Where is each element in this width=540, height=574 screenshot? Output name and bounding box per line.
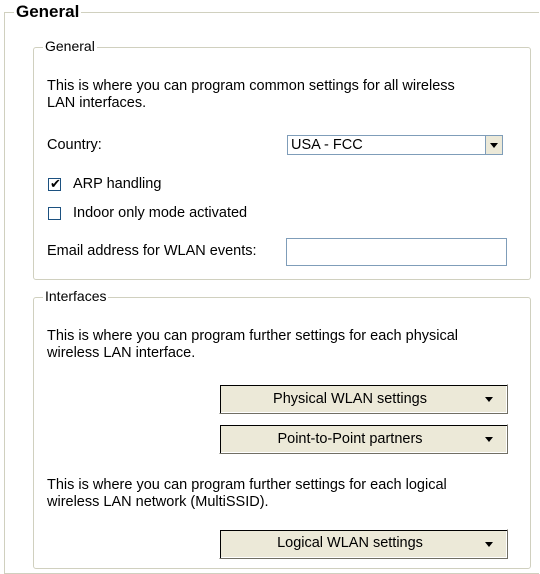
section-title: General: [14, 2, 82, 22]
indoor-only-label[interactable]: Indoor only mode activated: [73, 205, 247, 222]
chevron-down-icon: [485, 397, 493, 402]
physical-wlan-settings-label: Physical WLAN settings: [273, 391, 427, 407]
country-select[interactable]: USA - FCC: [287, 135, 503, 155]
country-select-value: USA - FCC: [291, 137, 363, 153]
email-field[interactable]: [286, 238, 507, 266]
logical-description-line1: This is where you can program further se…: [47, 477, 447, 493]
logical-wlan-settings-label: Logical WLAN settings: [277, 535, 423, 551]
logical-description-line2: wireless LAN network (MultiSSID).: [47, 494, 269, 510]
logical-wlan-settings-button[interactable]: Logical WLAN settings: [219, 529, 508, 559]
physical-description-line1: This is where you can program further se…: [47, 328, 459, 344]
arp-handling-label[interactable]: ARP handling: [73, 176, 161, 193]
general-description-line2: LAN interfaces.: [47, 95, 147, 111]
chevron-down-icon[interactable]: [485, 136, 502, 154]
chevron-down-icon: [485, 437, 493, 442]
arp-handling-checkbox[interactable]: ✔: [48, 176, 61, 191]
chevron-down-icon: [485, 542, 493, 547]
indoor-only-checkbox[interactable]: [48, 207, 61, 220]
physical-wlan-settings-button[interactable]: Physical WLAN settings: [219, 384, 508, 414]
country-label: Country:: [47, 137, 102, 153]
point-to-point-partners-label: Point-to-Point partners: [277, 431, 423, 447]
checkmark-icon: ✔: [50, 176, 61, 191]
point-to-point-partners-button[interactable]: Point-to-Point partners: [219, 424, 508, 454]
interfaces-group-legend: Interfaces: [43, 288, 109, 304]
general-group-legend: General: [43, 38, 97, 54]
general-description-line1: This is where you can program common set…: [47, 78, 455, 94]
physical-description-line2: wireless LAN interface.: [47, 345, 196, 361]
email-label: Email address for WLAN events:: [47, 243, 257, 259]
